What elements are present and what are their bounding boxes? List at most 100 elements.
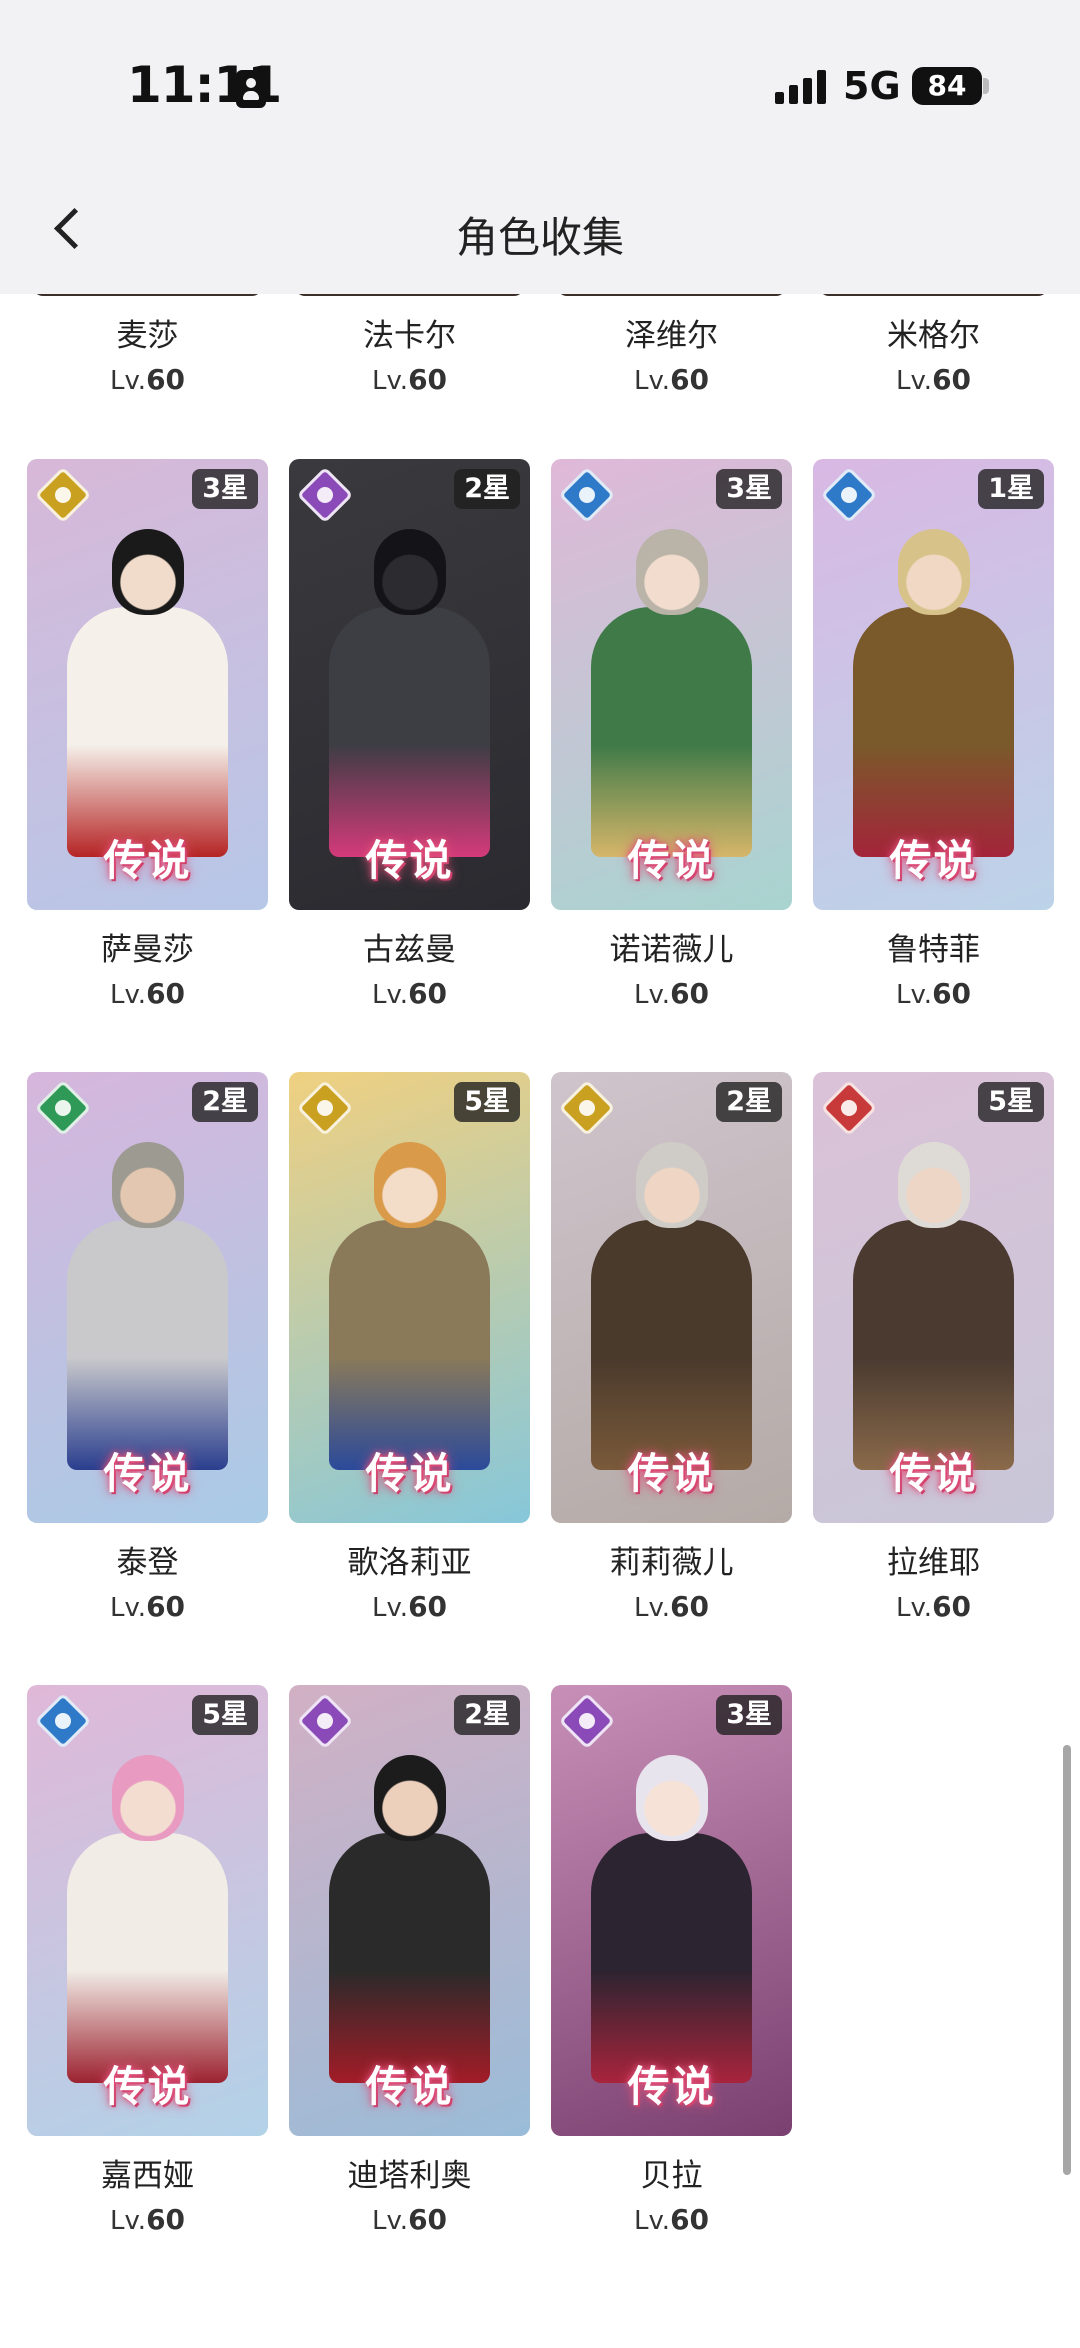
legend-rarity-label: 传说 bbox=[889, 836, 978, 885]
level-prefix: Lv. bbox=[109, 366, 147, 396]
character-head bbox=[112, 1755, 184, 1841]
star-badge: 1星 bbox=[978, 469, 1044, 509]
character-portrait[interactable]: 1星传说 bbox=[813, 459, 1054, 910]
character-body bbox=[67, 1220, 228, 1470]
level-prefix: Lv. bbox=[633, 980, 671, 1010]
character-name: 麦莎 bbox=[116, 318, 179, 354]
page-title: 角色收集 bbox=[455, 213, 624, 262]
level-value: 60 bbox=[146, 363, 186, 396]
legend-rarity-label: 传说 bbox=[627, 2062, 716, 2111]
character-level: Lv.60 bbox=[289, 363, 530, 396]
purple-element-icon bbox=[296, 466, 354, 524]
level-value: 60 bbox=[408, 977, 448, 1010]
legend-rarity-label: 传说 bbox=[365, 836, 454, 885]
character-head bbox=[636, 529, 708, 615]
legend-rarity-label: 传说 bbox=[365, 2062, 454, 2111]
level-prefix: Lv. bbox=[895, 1593, 933, 1623]
character-level: Lv.60 bbox=[27, 363, 268, 396]
character-portrait[interactable]: 5星传说 bbox=[27, 1685, 268, 2136]
character-name: 古兹曼 bbox=[363, 932, 456, 968]
level-prefix: Lv. bbox=[371, 1593, 409, 1623]
character-head bbox=[636, 1755, 708, 1841]
character-level: Lv.60 bbox=[551, 977, 792, 1010]
character-portrait[interactable]: 3星传说 bbox=[551, 1685, 792, 2136]
level-prefix: Lv. bbox=[109, 980, 147, 1010]
level-value: 60 bbox=[932, 977, 972, 1010]
gold-element-icon bbox=[34, 466, 92, 524]
level-prefix: Lv. bbox=[371, 980, 409, 1010]
character-body bbox=[591, 1833, 752, 2083]
red-element-icon bbox=[820, 1079, 878, 1137]
character-name: 诺诺薇儿 bbox=[609, 932, 734, 968]
character-level: Lv.60 bbox=[27, 2203, 268, 2236]
character-figure bbox=[57, 1142, 238, 1470]
battery-icon: 84 bbox=[912, 67, 982, 105]
character-card[interactable]: 5星 传说 歌洛莉亚 Lv.60 bbox=[289, 1072, 530, 1632]
character-head bbox=[374, 1142, 446, 1228]
character-head bbox=[112, 1142, 184, 1228]
character-figure bbox=[581, 1142, 762, 1470]
character-card[interactable]: 3星 传说 萨曼莎 Lv.60 bbox=[27, 459, 268, 1019]
character-portrait[interactable]: 2星 传说 bbox=[289, 459, 530, 910]
character-figure bbox=[843, 1142, 1024, 1470]
character-head bbox=[374, 529, 446, 615]
legend-rarity-label: 传说 bbox=[627, 1449, 716, 1498]
character-card[interactable]: 2星 传说 迪塔利奥 Lv.60 bbox=[289, 1685, 530, 2245]
star-badge: 2星 bbox=[454, 1695, 520, 1735]
character-portrait[interactable]: 5星 传说 bbox=[813, 1072, 1054, 1523]
character-level: Lv.60 bbox=[551, 2203, 792, 2236]
character-head bbox=[898, 1142, 970, 1228]
character-card[interactable]: 1星 传说 鲁特菲 Lv.60 bbox=[813, 459, 1054, 1019]
character-portrait[interactable]: 5星 传说 bbox=[289, 1072, 530, 1523]
level-prefix: Lv. bbox=[109, 1593, 147, 1623]
level-value: 60 bbox=[670, 2203, 710, 2236]
character-head bbox=[374, 1755, 446, 1841]
character-card[interactable]: 5星 传说拉维耶 Lv.60 bbox=[813, 1072, 1054, 1632]
character-card[interactable]: 3星 传说 贝拉 Lv.60 bbox=[551, 1685, 792, 2245]
level-value: 60 bbox=[932, 363, 972, 396]
character-body bbox=[853, 1220, 1014, 1470]
legend-rarity-label: 传说 bbox=[103, 2062, 192, 2111]
character-level: Lv.60 bbox=[813, 1590, 1054, 1623]
character-level: Lv.60 bbox=[289, 2203, 530, 2236]
star-badge: 3星 bbox=[716, 1695, 782, 1735]
character-level: Lv.60 bbox=[813, 363, 1054, 396]
character-name: 鲁特菲 bbox=[887, 932, 980, 968]
character-portrait[interactable]: 2星传说 bbox=[289, 1685, 530, 2136]
character-name: 拉维耶 bbox=[887, 1545, 980, 1581]
character-card[interactable]: 3星 传说诺诺薇儿 Lv.60 bbox=[551, 459, 792, 1019]
level-prefix: Lv. bbox=[109, 2206, 147, 2236]
gold-element-icon bbox=[296, 1079, 354, 1137]
network-type: 5G bbox=[843, 64, 901, 108]
top-bar: 11:11 5G 84 角色收集 bbox=[0, 0, 1080, 294]
character-portrait[interactable]: 3星传说 bbox=[27, 459, 268, 910]
level-prefix: Lv. bbox=[633, 1593, 671, 1623]
character-card[interactable]: 2星 传说古兹曼 Lv.60 bbox=[289, 459, 530, 1019]
blue-element-icon bbox=[820, 466, 878, 524]
legend-rarity-label: 传说 bbox=[103, 1449, 192, 1498]
character-figure bbox=[581, 1755, 762, 2083]
legend-rarity-label: 传说 bbox=[103, 836, 192, 885]
blue-element-icon bbox=[558, 466, 616, 524]
signal-icon bbox=[775, 70, 827, 104]
gold-element-icon bbox=[558, 1079, 616, 1137]
character-card[interactable]: 2星 传说 莉莉薇儿 Lv.60 bbox=[551, 1072, 792, 1632]
character-portrait[interactable]: 3星 传说 bbox=[551, 459, 792, 910]
star-badge: 3星 bbox=[192, 469, 258, 509]
character-figure bbox=[319, 529, 500, 857]
character-level: Lv.60 bbox=[289, 977, 530, 1010]
character-level: Lv.60 bbox=[289, 1590, 530, 1623]
character-portrait[interactable]: 2星 传说 bbox=[27, 1072, 268, 1523]
scrollbar[interactable] bbox=[1063, 1745, 1071, 2175]
character-card[interactable]: 5星 传说 嘉西娅 Lv.60 bbox=[27, 1685, 268, 2245]
character-name: 泰登 bbox=[116, 1545, 179, 1581]
legend-rarity-label: 传说 bbox=[889, 1449, 978, 1498]
character-portrait[interactable]: 2星 传说 bbox=[551, 1072, 792, 1523]
character-name: 萨曼莎 bbox=[101, 932, 194, 968]
character-card[interactable]: 2星 传说 泰登 Lv.60 bbox=[27, 1072, 268, 1632]
character-figure bbox=[319, 1755, 500, 2083]
star-badge: 5星 bbox=[192, 1695, 258, 1735]
purple-element-icon bbox=[296, 1692, 354, 1750]
character-head bbox=[636, 1142, 708, 1228]
level-value: 60 bbox=[408, 2203, 448, 2236]
